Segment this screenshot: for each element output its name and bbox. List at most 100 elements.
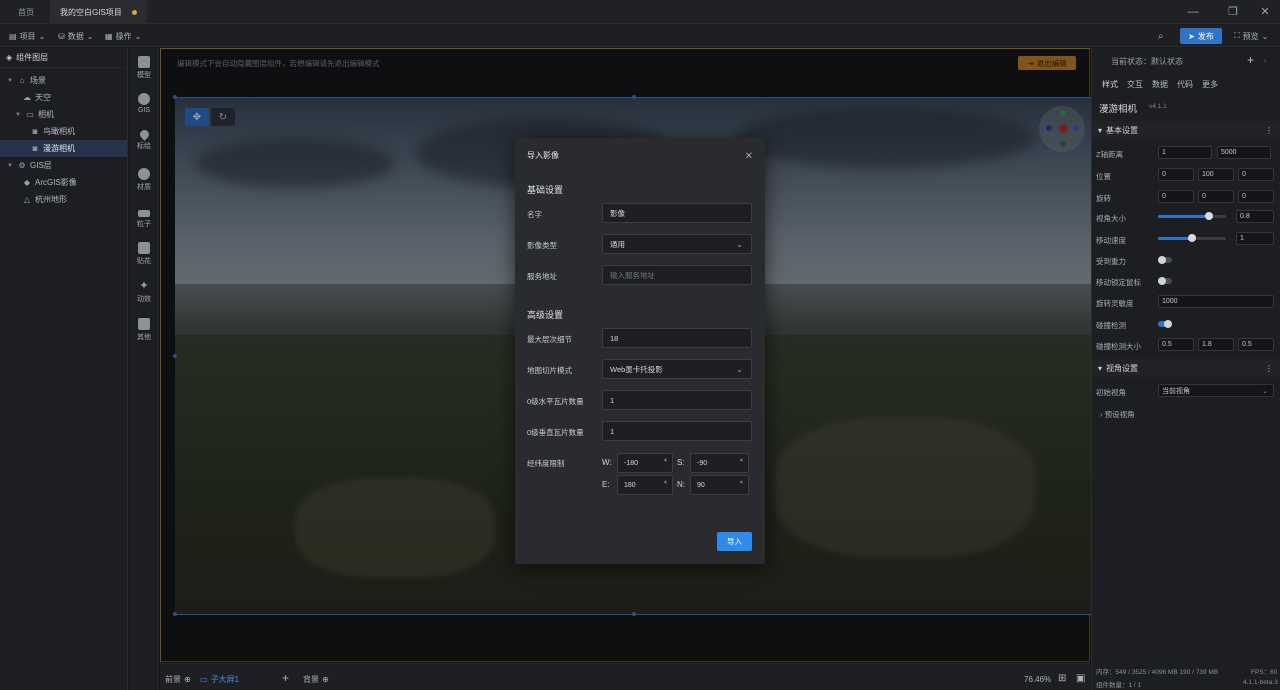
gravity-toggle[interactable] [1158,256,1172,264]
layer-birdseye-camera[interactable]: ◙ 鸟瞰相机 [0,123,127,140]
more-vert-icon[interactable]: ⋮ [1265,126,1273,135]
s-input[interactable]: -90 ▲ [690,453,749,473]
e-input[interactable]: 180 ▲ [617,475,673,495]
publish-button[interactable]: ➤ 发布 [1180,28,1222,44]
spinner-icon[interactable]: ▲ [739,457,744,463]
comp-effect[interactable]: ✦ 动效 [130,280,158,304]
comp-other[interactable]: 其他 [130,318,158,342]
camera-icon: ◙ [32,144,38,153]
ops-label: 操作 [115,31,132,41]
tab-data[interactable]: 数据 [1152,79,1168,90]
h-tiles-label: 0级水平瓦片数量 [527,397,584,406]
view-settings-section[interactable]: ▾ 视角设置 ⋮ [1092,359,1280,377]
foreground-label: 前景 [165,674,181,684]
zoom-level[interactable]: 76.46% [1024,672,1051,686]
layer-sky[interactable]: ☁ 天空 [0,89,127,106]
tab-code[interactable]: 代码 [1177,79,1193,90]
fov-slider-knob[interactable] [1205,212,1213,220]
layer-gis[interactable]: ▼ ⚙ GIS层 [0,157,127,174]
import-button[interactable]: 导入 [717,532,752,551]
comp-marker[interactable]: 标绘 [130,128,158,151]
collision-z-input[interactable]: 0.5 [1238,338,1274,351]
rot-z-input[interactable]: 0 [1238,190,1274,203]
collision-y-input[interactable]: 1.8 [1198,338,1234,351]
collision-x-input[interactable]: 0.5 [1158,338,1194,351]
comp-gis[interactable]: GIS [130,93,158,114]
layers-panel: ◈ 组件图层 ▼ ⌂ 场景 ☁ 天空 ▼ ▭ 相机 ◙ 鸟瞰相机 ◙ 漫游相机 ▼ ⚙ GIS层 … [0,48,128,690]
tiling-label: 地图切片模式 [527,366,572,375]
n-input[interactable]: 90 ▲ [690,475,749,495]
add-scene-icon[interactable]: + [282,671,289,685]
tab-more[interactable]: 更多 [1202,79,1218,90]
preset-view-row[interactable]: › 预设视角 [1100,409,1135,420]
layer-arcgis[interactable]: ◆ ArcGIS影像 [0,174,127,191]
caret-down-icon[interactable]: ▼ [14,112,22,118]
background-tab[interactable]: 背景 ⊕ [303,672,329,686]
tab-project[interactable]: 我的空白GIS项目 [50,0,147,24]
layer-label: 漫游相机 [43,144,75,153]
sensitivity-input[interactable]: 1000 [1158,295,1274,308]
add-state-icon[interactable]: + [1247,53,1254,67]
comp-particle[interactable]: 粒子 [130,205,158,229]
lock-mouse-toggle[interactable] [1158,277,1172,285]
init-view-label: 初始视角 [1096,388,1126,397]
name-input[interactable]: 影像 [602,203,752,223]
fov-slider[interactable] [1158,212,1226,220]
ops-menu[interactable]: ▦ 操作 ⌄ [105,29,141,43]
collision-toggle[interactable] [1158,320,1172,328]
minimize-icon[interactable]: — [1186,5,1200,19]
caret-down-icon[interactable]: ▼ [6,163,14,169]
z-max-input[interactable]: 5000 [1217,146,1271,159]
h-tiles-input[interactable]: 1 [602,390,752,410]
comp-material[interactable]: 材质 [130,168,158,192]
init-view-select[interactable]: 当前视角 ⌄ [1158,384,1274,397]
more-vert-icon[interactable]: ⋮ [1265,364,1273,373]
scene-tab-active[interactable]: ▭ 子大屏1 [200,672,239,686]
fit-icon[interactable]: ⊞ [1058,671,1066,685]
type-select[interactable]: 通用 ⌄ [602,234,752,254]
tab-interaction[interactable]: 交互 [1127,79,1143,90]
tiling-select[interactable]: Web墨卡托投影 ⌄ [602,359,752,379]
url-input[interactable]: 输入服务地址 [602,265,752,285]
layer-terrain[interactable]: △ 杭州地形 [0,191,127,208]
pos-y-input[interactable]: 100 [1198,168,1234,181]
z-min-input[interactable]: 1 [1158,146,1212,159]
spinner-icon[interactable]: ▲ [739,479,744,485]
preview-menu[interactable]: ⛶ 预览 ⌄ [1234,29,1268,43]
basic-settings-section[interactable]: ▾ 基本设置 ⋮ [1092,121,1280,139]
w-input[interactable]: -180 ▲ [617,453,673,473]
rot-y-input[interactable]: 0 [1198,190,1234,203]
fov-input[interactable]: 0.8 [1236,210,1274,223]
rot-x-input[interactable]: 0 [1158,190,1194,203]
project-menu[interactable]: ▤ 项目 ⌄ [9,29,45,43]
layer-roaming-camera[interactable]: ◙ 漫游相机 [0,140,127,157]
restore-icon[interactable]: ❐ [1226,5,1240,19]
spinner-icon[interactable]: ▲ [663,479,668,485]
build-version: 4.1.1-beta.3 [1243,679,1278,686]
speed-slider-knob[interactable] [1188,234,1196,242]
pos-x-input[interactable]: 0 [1158,168,1194,181]
layer-camera-group[interactable]: ▼ ▭ 相机 [0,106,127,123]
caret-down-icon[interactable]: ▼ [6,78,14,84]
speed-slider[interactable] [1158,234,1226,242]
layer-scene[interactable]: ▼ ⌂ 场景 [0,72,127,89]
search-icon[interactable]: ⌕ [1158,29,1164,43]
minimap-icon[interactable]: ▣ [1076,671,1085,685]
speed-input[interactable]: 1 [1236,232,1274,245]
comp-model[interactable]: 模型 [130,56,158,80]
max-level-input[interactable]: 18 [602,328,752,348]
close-icon[interactable]: ✕ [745,151,753,162]
v-tiles-input[interactable]: 1 [602,421,752,441]
tab-home[interactable]: 首页 [8,0,44,24]
foreground-tab[interactable]: 前景 ⊕ [165,672,191,686]
tab-style[interactable]: 样式 [1102,79,1118,90]
pos-z-input[interactable]: 0 [1238,168,1274,181]
chevron-right-icon[interactable]: › [1264,56,1267,65]
close-window-icon[interactable]: ✕ [1258,5,1272,19]
tab-label: 首页 [18,7,34,17]
layer-label: 相机 [38,110,54,119]
send-icon: ➤ [1188,31,1195,41]
comp-decal[interactable]: 贴花 [130,242,158,266]
spinner-icon[interactable]: ▲ [663,457,668,463]
data-menu[interactable]: ⛁ 数据 ⌄ [58,29,93,43]
